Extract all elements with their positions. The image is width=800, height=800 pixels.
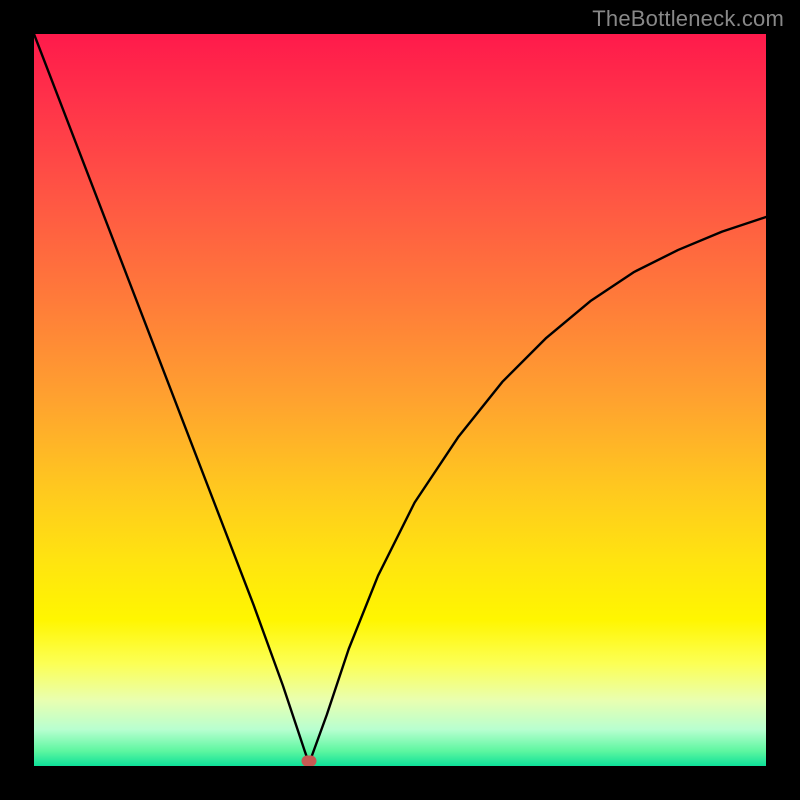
chart-frame: TheBottleneck.com xyxy=(0,0,800,800)
watermark-text: TheBottleneck.com xyxy=(592,6,784,32)
curve-layer xyxy=(34,34,766,766)
plot-area xyxy=(34,34,766,766)
bottleneck-curve xyxy=(34,34,766,764)
optimal-point-marker xyxy=(302,755,317,766)
